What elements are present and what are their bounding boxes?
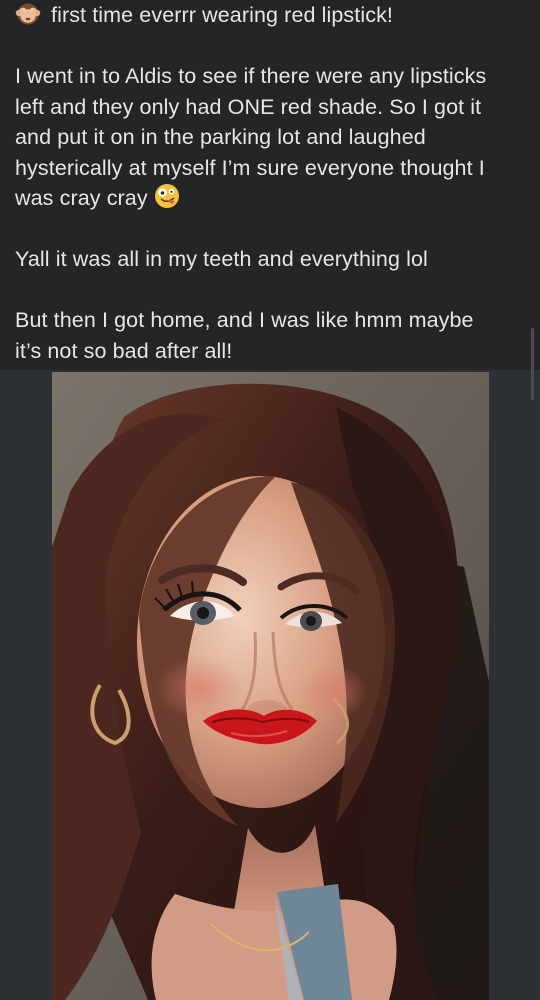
paragraph-3-line-1: But then I got home, and I was like hmm …	[15, 308, 474, 332]
paragraph-line-2: left and they only had ONE red shade. So…	[15, 94, 482, 119]
paragraph-3-line-2: it’s not so bad after all!	[15, 338, 233, 363]
paragraph-line-3: and put it on in the parking lot and lau…	[15, 125, 426, 149]
post-text: first time everrr wearing red lipstick! …	[15, 0, 527, 366]
scrollbar-thumb[interactable]	[531, 328, 534, 400]
post-title-line: first time everrr wearing red lipstick!	[15, 0, 527, 31]
paragraph-line-1: I went in to Aldis to see if there were …	[15, 64, 487, 88]
zany-face-icon	[154, 184, 179, 209]
paragraph-line-5: was cray cray	[15, 186, 148, 210]
selfie-photo[interactable]	[52, 372, 489, 1000]
selfie-image	[52, 372, 489, 1000]
paragraph-line-5-wrapper: was cray cray	[15, 183, 527, 214]
paragraph-2: Yall it was all in my teeth and everythi…	[15, 247, 428, 271]
paragraph-line-4: hysterically at myself I’m sure everyone…	[15, 155, 485, 180]
see-no-evil-monkey-icon	[15, 3, 41, 25]
post-title: first time everrr wearing red lipstick!	[51, 3, 394, 27]
post-card: first time everrr wearing red lipstick! …	[0, 0, 540, 370]
